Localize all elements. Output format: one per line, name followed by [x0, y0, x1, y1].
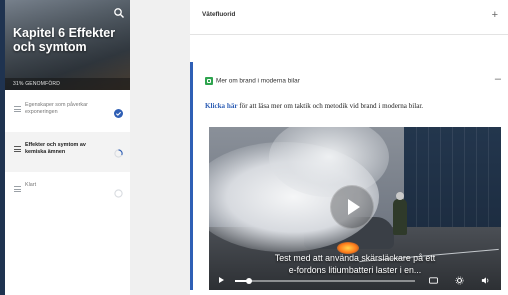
- video-seek-bar[interactable]: [235, 278, 415, 284]
- sidebar: Kapitel 6 Effekter och symtom 31% GENOMF…: [5, 0, 130, 295]
- chapter-progress-label: 31% GENOMFÖRD: [13, 81, 61, 87]
- accordion-title: Vätefluorid: [202, 11, 236, 18]
- accordion-title: Mer om brand i moderna bilar: [216, 77, 300, 85]
- read-more-link[interactable]: Klicka här: [205, 102, 238, 110]
- lesson-lines-icon: [14, 106, 21, 113]
- search-icon[interactable]: [113, 6, 125, 18]
- video-player[interactable]: Test med att använda skärsläckare på ett…: [209, 127, 501, 290]
- main-area: Vätefluorid + Mer om brand i moderna bil…: [130, 0, 508, 295]
- progress-ring-icon: [114, 145, 123, 158]
- nav-item-effekter[interactable]: Effekter och symtom av kemiska ämnen: [5, 132, 130, 172]
- volume-icon[interactable]: [481, 276, 490, 285]
- chapter-hero-image: Kapitel 6 Effekter och symtom 31% GENOMF…: [5, 0, 130, 90]
- accordion-brand-moderna-bilar: Mer om brand i moderna bilar – Klicka hä…: [190, 62, 508, 290]
- nav-item-label: Effekter och symtom av kemiska ämnen: [25, 142, 86, 155]
- lesson-lines-icon: [14, 146, 21, 153]
- video-frame-firefighter: [393, 192, 407, 235]
- lesson-nav: Egenskaper som påverkar exponeringen Eff…: [5, 92, 130, 212]
- app: Kapitel 6 Effekter och symtom 31% GENOMF…: [0, 0, 508, 295]
- nav-item-label: Klart: [25, 182, 37, 188]
- video-controls: [209, 272, 501, 290]
- empty-circle-icon: [114, 185, 123, 198]
- lesson-content: Vätefluorid + Mer om brand i moderna bil…: [190, 0, 508, 295]
- play-small-icon[interactable]: [219, 277, 224, 283]
- play-button[interactable]: [330, 185, 374, 229]
- accordion-description: Klicka här för att läsa mer om taktik oc…: [205, 102, 505, 110]
- settings-icon[interactable]: [455, 276, 464, 285]
- accordion-header[interactable]: Mer om brand i moderna bilar: [205, 77, 300, 85]
- chapter-progress: 31% GENOMFÖRD: [5, 78, 130, 90]
- expand-plus-icon[interactable]: +: [492, 9, 498, 21]
- subtitle-line: Test med att använda skärsläckare på ett: [274, 253, 436, 263]
- captions-icon[interactable]: [429, 276, 438, 285]
- accordion-vatefluorid[interactable]: Vätefluorid +: [190, 0, 508, 35]
- description-text: för att läsa mer om taktik och metodik v…: [237, 102, 424, 110]
- lesson-lines-icon: [14, 186, 21, 193]
- video-frame-building: [404, 127, 501, 237]
- seek-handle[interactable]: [246, 278, 253, 284]
- nav-item-egenskaper[interactable]: Egenskaper som påverkar exponeringen: [5, 92, 130, 132]
- document-icon: [205, 77, 213, 85]
- nav-item-label: Egenskaper som påverkar exponeringen: [25, 102, 88, 115]
- chapter-title: Kapitel 6 Effekter och symtom: [13, 26, 116, 54]
- collapse-minus-icon[interactable]: –: [495, 73, 501, 85]
- nav-item-klart[interactable]: Klart: [5, 172, 130, 212]
- check-circle-icon: [114, 105, 123, 118]
